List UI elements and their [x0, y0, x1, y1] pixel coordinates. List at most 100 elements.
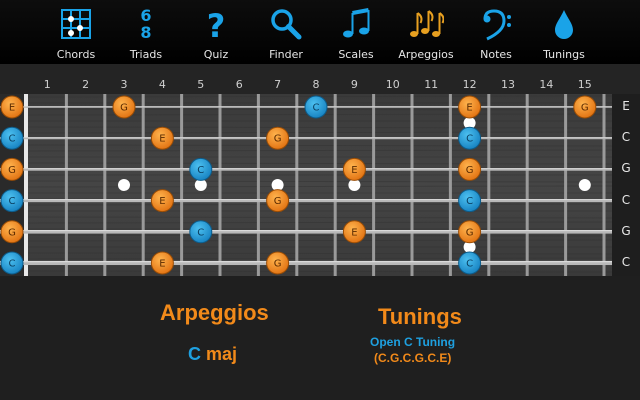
- chord-quality: maj: [206, 344, 238, 364]
- string-name: G: [621, 161, 631, 176]
- toolbar-label: Notes: [480, 48, 512, 61]
- note-label: G: [581, 103, 589, 114]
- triad-icon: 68: [128, 6, 164, 42]
- fret-wire: [410, 94, 414, 276]
- fret-wire: [372, 94, 376, 276]
- note-label: C: [9, 196, 16, 207]
- inlay-dot: [118, 179, 130, 191]
- fret-number: 9: [350, 78, 358, 91]
- fret-wire: [180, 94, 184, 276]
- fret-number: 13: [501, 78, 515, 91]
- note-label: C: [466, 134, 473, 145]
- fret-wire: [333, 94, 337, 276]
- note-label: C: [466, 196, 473, 207]
- fret-wire: [525, 94, 529, 276]
- toolbar-label: Tunings: [543, 48, 585, 61]
- fret-number: 6: [235, 78, 243, 91]
- svg-text:8: 8: [140, 23, 151, 41]
- chord-root: C: [188, 344, 201, 364]
- note-label: G: [274, 134, 282, 145]
- fret-number: 15: [577, 78, 592, 91]
- note-label: G: [8, 227, 16, 238]
- toolbar-triads-button[interactable]: 6 8 Triads: [110, 0, 182, 64]
- toolbar-notes-button[interactable]: Notes: [460, 0, 532, 64]
- toolbar-label: Finder: [269, 48, 303, 61]
- note-label: E: [159, 134, 165, 145]
- note-label: C: [9, 134, 16, 145]
- toolbar-label: Scales: [338, 48, 374, 61]
- toolbar-scales-button[interactable]: Scales: [320, 0, 392, 64]
- fret-number: 2: [82, 78, 90, 91]
- note-label: G: [466, 165, 474, 176]
- fret-number: 7: [274, 78, 282, 91]
- toolbar-chords-button[interactable]: Chords: [40, 0, 112, 64]
- string-name-column: E C G C G C: [612, 94, 640, 276]
- tuning-notes: (C.G.C.G.C.E): [374, 351, 452, 365]
- toolbar-label: Arpeggios: [398, 48, 454, 61]
- fret-number: 1: [43, 78, 51, 91]
- fret-number: 11: [424, 78, 439, 91]
- question-mark-icon: ?: [198, 6, 234, 42]
- fret-wire: [64, 94, 68, 276]
- fret-number: 14: [539, 78, 554, 91]
- music-notes-icon: [338, 6, 374, 42]
- fret-number: 5: [197, 78, 205, 91]
- arpeggios-heading: Arpeggios: [160, 300, 269, 325]
- note-label: C: [466, 259, 473, 270]
- bass-clef-icon: [478, 6, 514, 42]
- note-label: C: [9, 259, 16, 270]
- fret-wire: [564, 94, 568, 276]
- note-label: C: [197, 165, 204, 176]
- chord-name: C maj: [188, 344, 237, 365]
- fret-wire: [295, 94, 299, 276]
- fret-wire: [602, 94, 606, 276]
- note-label: G: [466, 227, 474, 238]
- inlay-dot: [578, 179, 591, 191]
- string-highlight: [0, 260, 612, 263]
- headstock-area: [0, 94, 24, 276]
- toolbar-quiz-button[interactable]: ? Quiz: [180, 0, 252, 64]
- string-highlight: [0, 199, 612, 201]
- note-label: C: [313, 103, 320, 114]
- toolbar-arpeggios-button[interactable]: Arpeggios: [390, 0, 462, 64]
- note-label: G: [120, 103, 128, 114]
- nut: [24, 94, 28, 276]
- note-label: E: [9, 103, 15, 114]
- fret-wire: [218, 94, 222, 276]
- note-label: G: [8, 165, 16, 176]
- toolbar-label: Chords: [56, 48, 96, 61]
- string-name: G: [621, 223, 631, 238]
- string-name: C: [621, 192, 631, 207]
- string-highlight: [0, 168, 612, 169]
- note-label: E: [351, 165, 357, 176]
- triple-notes-icon: [408, 6, 444, 42]
- toolbar: Chords 6 8 Triads ? Quiz Finder Scales Arpeggios…: [0, 0, 640, 64]
- tunings-heading: Tunings: [378, 304, 462, 329]
- fret-number-row: 1 2 3 4 5 6 7 8 9 10 11 12 13 14 15: [0, 76, 640, 94]
- drop-icon: [546, 6, 582, 42]
- string-highlight: [0, 137, 612, 138]
- fret-wire: [487, 94, 491, 276]
- fret-wire: [448, 94, 452, 276]
- fret-number: 10: [385, 78, 400, 91]
- svg-text:?: ?: [207, 7, 226, 41]
- info-panel: Arpeggios C maj Tunings Open C Tuning (C…: [0, 276, 640, 400]
- toolbar-label: Triads: [129, 48, 163, 61]
- magnifier-icon: [268, 6, 304, 42]
- note-label: E: [351, 227, 357, 238]
- toolbar-finder-button[interactable]: Finder: [250, 0, 322, 64]
- fret-number: 8: [312, 78, 320, 91]
- chord-grid-icon: [58, 6, 94, 42]
- fret-wire: [256, 94, 260, 276]
- string-name: C: [621, 130, 631, 145]
- note-label: E: [159, 196, 165, 207]
- note-label: E: [466, 103, 472, 114]
- string-name: C: [621, 255, 631, 269]
- fret-wire: [103, 94, 107, 276]
- toolbar-tunings-button[interactable]: Tunings: [528, 0, 600, 64]
- fret-wire: [141, 94, 145, 276]
- note-label: G: [274, 196, 282, 207]
- fretboard[interactable]: E G C E G C E G C G C E G C E G C G C E G C E G C: [0, 94, 640, 276]
- note-label: G: [274, 259, 282, 270]
- fret-number: 12: [462, 78, 477, 91]
